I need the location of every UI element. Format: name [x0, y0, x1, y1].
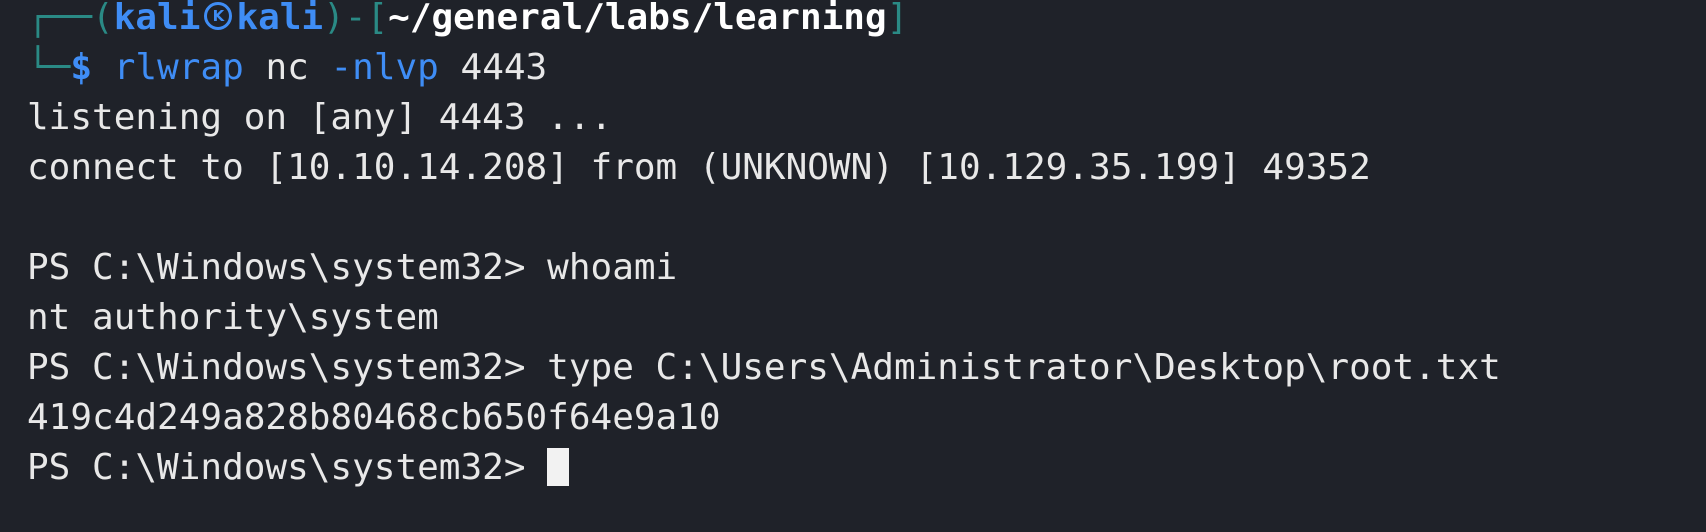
prompt-frame-top: ┌──( — [27, 0, 114, 38]
terminal-window[interactable]: ┌──(kalikali)-[~/general/labs/learning] … — [0, 0, 1706, 532]
block-cursor[interactable] — [547, 448, 570, 486]
command-argument: 4443 — [438, 47, 548, 88]
ps-line-whoami: PS C:\Windows\system32> whoami — [27, 243, 677, 293]
ps-prompt: PS C:\Windows\system32> — [27, 247, 548, 288]
prompt-frame-bottom: └─ — [27, 47, 71, 88]
ps-prompt: PS C:\Windows\system32> — [27, 447, 548, 488]
ps-command-type: type C:\Users\Administrator\Desktop\root… — [547, 347, 1501, 388]
prompt-working-directory: ~/general/labs/learning — [388, 0, 887, 38]
prompt-frame-end: ] — [886, 0, 909, 38]
command-flag: -nlvp — [330, 47, 439, 88]
output-root-flag: 419c4d249a828b80468cb650f64e9a10 — [27, 397, 721, 438]
output-listening: listening on [any] 4443 ... — [27, 97, 613, 138]
ps-line-current[interactable]: PS C:\Windows\system32> — [27, 443, 570, 493]
command-name: rlwrap — [113, 47, 244, 88]
prompt-frame-mid: )-[ — [323, 0, 389, 38]
output-whoami-result: nt authority\system — [27, 297, 439, 338]
command-line: └─$ rlwrap nc -nlvp 4443 — [27, 43, 547, 93]
prompt-dollar: $ — [70, 47, 93, 88]
prompt-hostname: kali — [236, 0, 324, 38]
ps-prompt: PS C:\Windows\system32> — [27, 347, 548, 388]
kali-logo-icon — [204, 2, 233, 30]
output-connect: connect to [10.10.14.208] from (UNKNOWN)… — [27, 147, 1371, 188]
command-text: nc — [243, 47, 331, 88]
prompt-username: kali — [113, 0, 201, 38]
ps-line-type: PS C:\Windows\system32> type C:\Users\Ad… — [27, 343, 1501, 393]
prompt-header-line: ┌──(kalikali)-[~/general/labs/learning] — [27, 0, 908, 43]
ps-command-whoami: whoami — [547, 247, 678, 288]
